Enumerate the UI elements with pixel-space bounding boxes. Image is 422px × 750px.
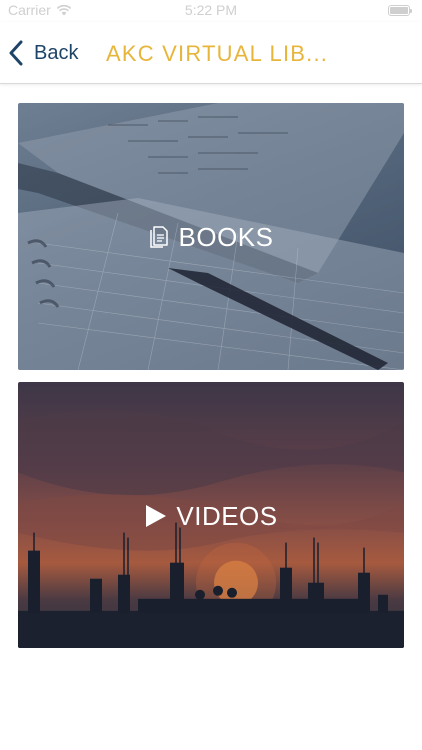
books-card-label: BOOKS: [178, 221, 274, 252]
page-title: AKC VIRTUAL LIB...: [106, 41, 329, 66]
navigation-bar: Back AKC VIRTUAL LIB...: [0, 22, 422, 84]
back-button[interactable]: Back: [8, 36, 78, 70]
books-card[interactable]: BOOKS: [18, 103, 404, 370]
chevron-left-icon: [9, 40, 23, 66]
videos-card-label-row: VIDEOS: [18, 498, 404, 534]
document-icon: [149, 226, 168, 248]
battery-icon: [388, 5, 412, 16]
status-time: 5:22 PM: [184, 2, 238, 18]
screen: Carrier 5:22 PM Back AKC VIRTUAL LIB...: [0, 0, 422, 750]
books-card-label-row: BOOKS: [18, 219, 404, 255]
play-icon: [146, 505, 167, 527]
videos-card-label: VIDEOS: [176, 500, 278, 531]
back-label: Back: [34, 41, 79, 64]
status-bar: Carrier 5:22 PM: [0, 0, 422, 22]
videos-card[interactable]: VIDEOS: [18, 382, 404, 648]
